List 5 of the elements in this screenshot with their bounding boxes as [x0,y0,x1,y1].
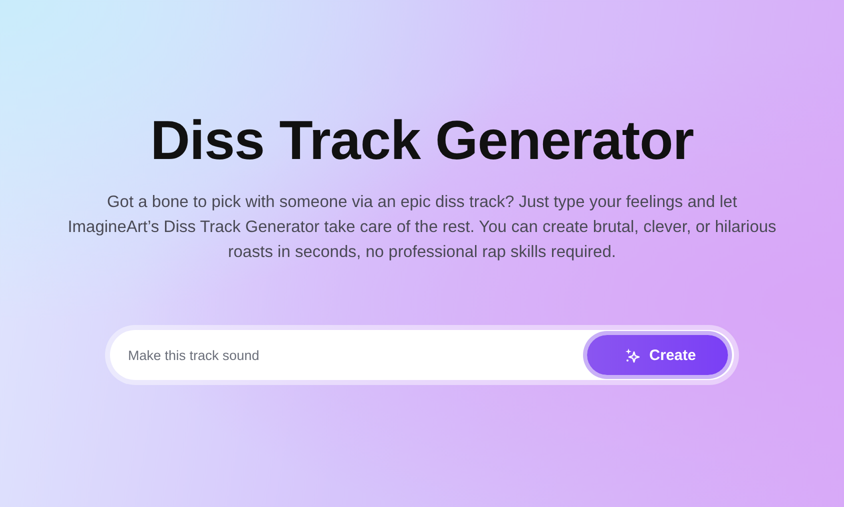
description: Got a bone to pick with someone via an epic diss track? Just type your feelings and let ImagineArt’s Diss Track Generator take care of the rest. You can create brutal, clever, or hilarious roasts in seconds, no professional rap skills required. [66,192,778,263]
prompt-field[interactable]: Make this track sound Create [110,330,734,380]
page-title: Diss Track Generator [150,108,694,172]
create-button[interactable]: Create [587,335,728,375]
sparkle-icon [625,348,640,362]
